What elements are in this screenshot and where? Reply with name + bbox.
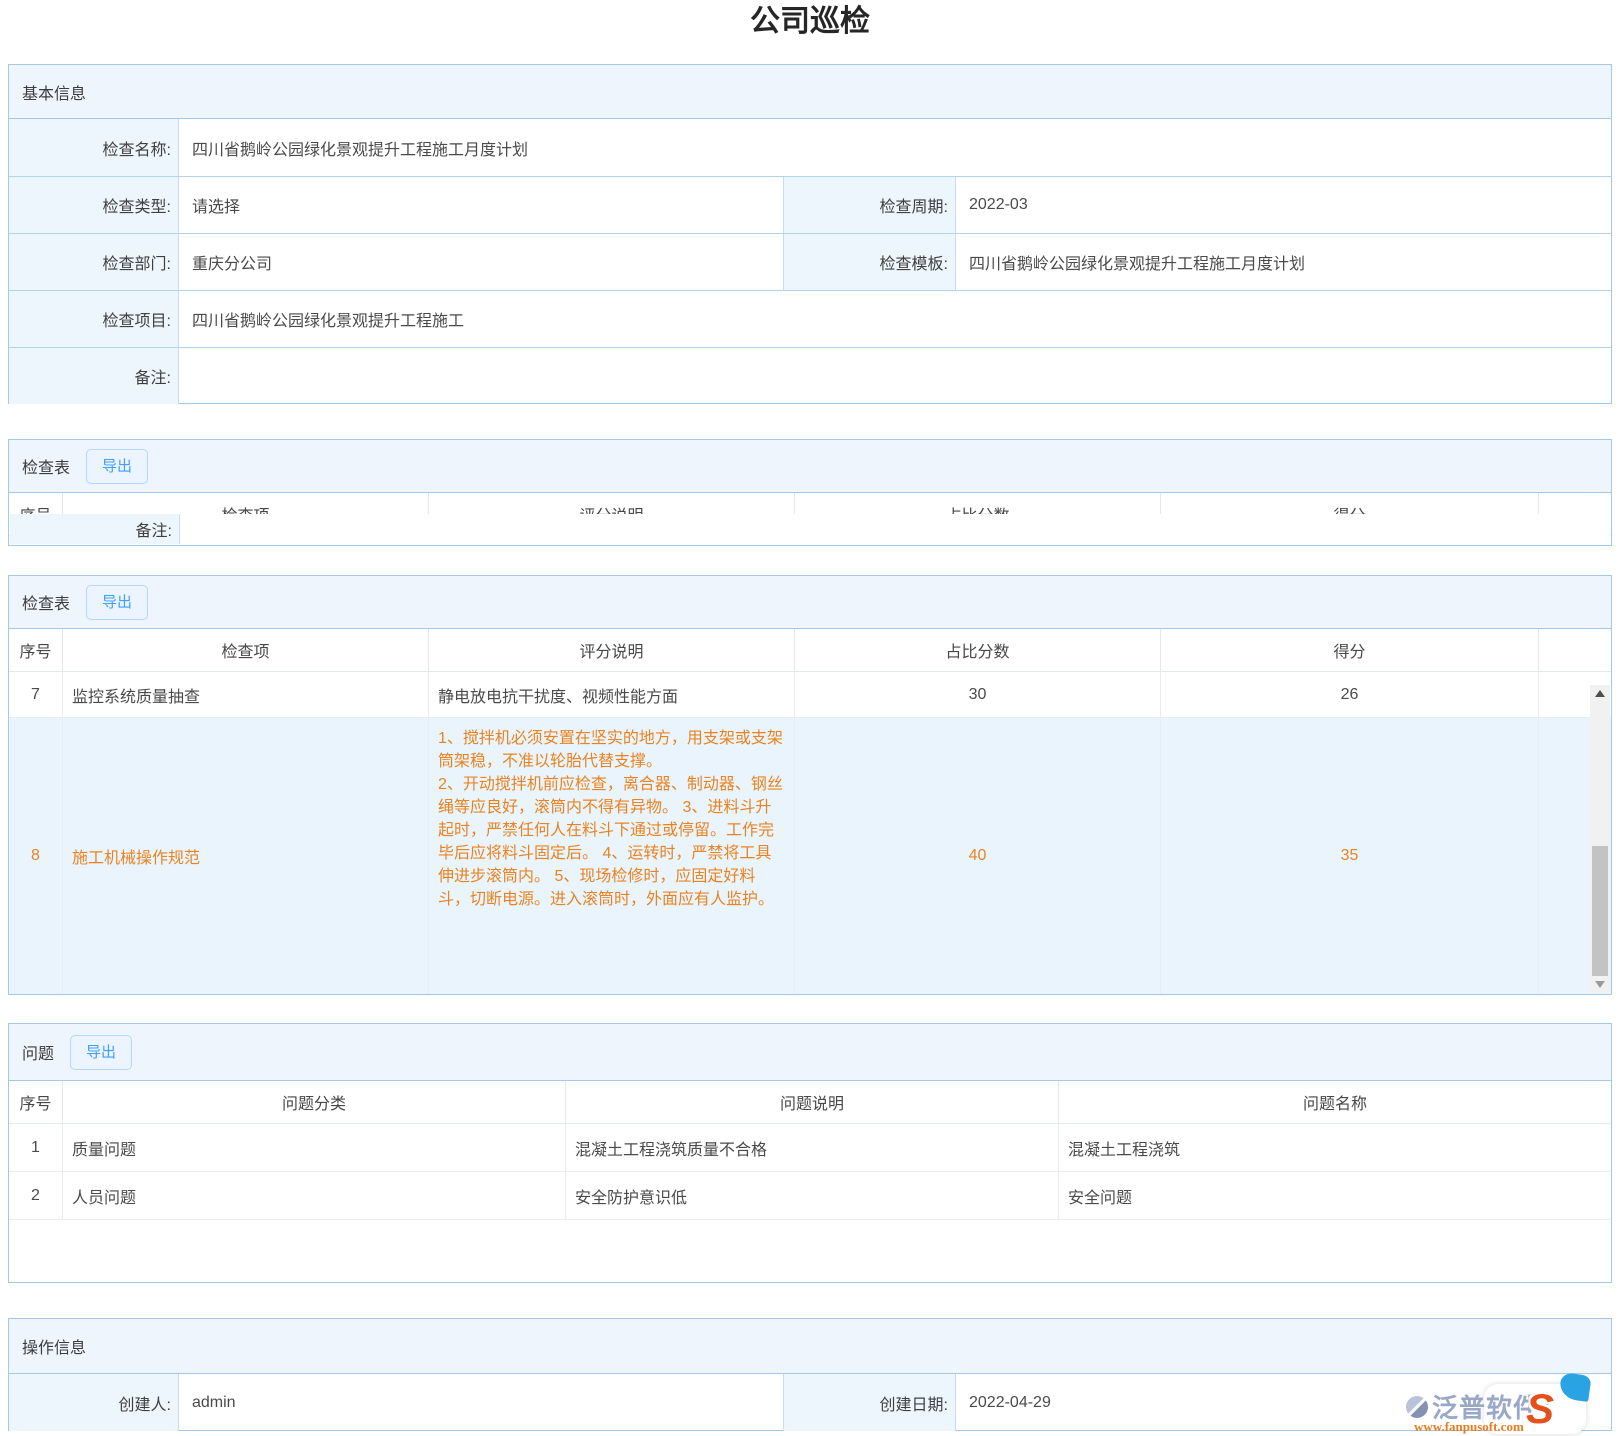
row-item: 监控系统质量抽查	[63, 672, 429, 717]
field-row-check-type-cycle: 检查类型: 请选择 检查周期: 2022-03	[9, 176, 1611, 233]
fanpu-url-text: www.fanpusoft.com	[1414, 1419, 1524, 1435]
check-type-label: 检查类型:	[9, 177, 179, 233]
row-weight: 40	[795, 718, 1161, 994]
col-header-category: 问题分类	[63, 1081, 566, 1123]
check-name-value: 四川省鹅岭公园绿化景观提升工程施工月度计划	[179, 119, 1611, 176]
check-name-label: 检查名称:	[9, 119, 179, 176]
check-cycle-label: 检查周期:	[784, 177, 956, 233]
checklist-row-7: 7 监控系统质量抽查 静电放电抗干扰度、视频性能方面 30 26	[9, 672, 1611, 718]
col-header-weight: 占比分数	[795, 629, 1161, 671]
row-name: 安全问题	[1059, 1172, 1611, 1219]
export-button[interactable]: 导出	[86, 449, 148, 484]
issues-panel: 问题 导出 序号 问题分类 问题说明 问题名称 1 质量问题 混凝土工程浇筑质量…	[8, 1023, 1612, 1283]
export-button[interactable]: 导出	[86, 585, 148, 620]
field-row-dept-template: 检查部门: 重庆分公司 检查模板: 四川省鹅岭公园绿化景观提升工程施工月度计划	[9, 233, 1611, 290]
col-header-score: 得分	[1161, 629, 1539, 671]
operation-info-header: 操作信息	[9, 1319, 1611, 1374]
basic-info-title: 基本信息	[22, 80, 86, 104]
issues-title: 问题	[22, 1040, 54, 1064]
field-row-creator-date: 创建人: admin 创建日期: 2022-04-29	[9, 1374, 1611, 1431]
remark-overlay-row: 备注:	[10, 514, 1610, 544]
row-desc: 静电放电抗干扰度、视频性能方面	[429, 672, 795, 717]
check-project-value: 四川省鹅岭公园绿化景观提升工程施工	[179, 291, 1611, 347]
checklist-partial-title: 检查表	[22, 454, 70, 478]
vertical-scrollbar[interactable]	[1590, 685, 1610, 993]
row-item: 施工机械操作规范	[63, 718, 429, 994]
row-no: 1	[9, 1124, 63, 1171]
fanpu-logo-icon	[1406, 1396, 1428, 1418]
issues-row-1: 1 质量问题 混凝土工程浇筑质量不合格 混凝土工程浇筑	[9, 1124, 1611, 1172]
scrollbar-down-arrow-icon[interactable]	[1590, 976, 1610, 993]
checklist-header: 检查表 导出	[9, 576, 1611, 629]
checklist-panel-partial: 检查表 导出 序号 检查项 评分说明 占比分数 得分 备注:	[8, 439, 1612, 546]
company-inspection-page: 公司巡检 基本信息 检查名称: 四川省鹅岭公园绿化景观提升工程施工月度计划 检查…	[0, 0, 1620, 1436]
col-header-item: 检查项	[63, 629, 429, 671]
checklist-panel: 检查表 导出 序号 检查项 评分说明 占比分数 得分 7 监控系统质量抽查 静电…	[8, 575, 1612, 995]
field-row-check-project: 检查项目: 四川省鹅岭公园绿化景观提升工程施工	[9, 290, 1611, 347]
check-dept-value: 重庆分公司	[179, 234, 784, 290]
row-no: 7	[9, 672, 63, 717]
scrollbar-thumb[interactable]	[1592, 846, 1608, 978]
fanpu-watermark: 泛普软件 www.fanpusoft.com S	[1406, 1386, 1574, 1434]
row-score: 26	[1161, 672, 1539, 717]
remark-value	[179, 348, 1611, 404]
row-no: 2	[9, 1172, 63, 1219]
basic-info-header: 基本信息	[9, 65, 1611, 119]
row-no: 8	[9, 718, 63, 994]
check-template-value: 四川省鹅岭公园绿化景观提升工程施工月度计划	[956, 234, 1611, 290]
row-category: 质量问题	[63, 1124, 566, 1171]
scrollbar-up-arrow-icon[interactable]	[1590, 685, 1610, 702]
col-header-desc: 问题说明	[566, 1081, 1059, 1123]
check-dept-label: 检查部门:	[9, 234, 179, 290]
row-name: 混凝土工程浇筑	[1059, 1124, 1611, 1171]
row-category: 人员问题	[63, 1172, 566, 1219]
page-title: 公司巡检	[0, 2, 1620, 42]
check-cycle-value: 2022-03	[956, 177, 1611, 233]
creator-value: admin	[179, 1374, 784, 1431]
create-date-label: 创建日期:	[784, 1374, 956, 1431]
row-desc: 安全防护意识低	[566, 1172, 1059, 1219]
col-header-spacer	[1539, 629, 1611, 671]
remark-label: 备注:	[9, 348, 179, 404]
checklist-table-header: 序号 检查项 评分说明 占比分数 得分	[9, 629, 1611, 672]
overlay-remark-label: 备注:	[10, 514, 180, 544]
row-score: 35	[1161, 718, 1539, 994]
issues-header: 问题 导出	[9, 1024, 1611, 1081]
fanpu-s-badge: S	[1526, 1388, 1554, 1430]
checklist-partial-header: 检查表 导出	[9, 440, 1611, 493]
issues-empty-area	[9, 1220, 1611, 1282]
check-template-label: 检查模板:	[784, 234, 956, 290]
field-row-remark: 备注:	[9, 347, 1611, 404]
check-type-value: 请选择	[179, 177, 784, 233]
row-desc: 混凝土工程浇筑质量不合格	[566, 1124, 1059, 1171]
export-button[interactable]: 导出	[70, 1035, 132, 1070]
field-row-check-name: 检查名称: 四川省鹅岭公园绿化景观提升工程施工月度计划	[9, 119, 1611, 176]
operation-info-panel: 操作信息 创建人: admin 创建日期: 2022-04-29	[8, 1318, 1612, 1431]
col-header-no: 序号	[9, 1081, 63, 1123]
creator-label: 创建人:	[9, 1374, 179, 1431]
row-desc: 1、搅拌机必须安置在坚实的地方，用支架或支架筒架稳，不准以轮胎代替支撑。 2、开…	[429, 718, 795, 994]
row-weight: 30	[795, 672, 1161, 717]
check-project-label: 检查项目:	[9, 291, 179, 347]
issues-table-header: 序号 问题分类 问题说明 问题名称	[9, 1081, 1611, 1124]
col-header-name: 问题名称	[1059, 1081, 1611, 1123]
operation-info-title: 操作信息	[22, 1334, 86, 1358]
col-header-desc: 评分说明	[429, 629, 795, 671]
overlay-remark-value	[180, 514, 1610, 544]
checklist-title: 检查表	[22, 590, 70, 614]
checklist-row-8: 8 施工机械操作规范 1、搅拌机必须安置在坚实的地方，用支架或支架筒架稳，不准以…	[9, 718, 1611, 994]
col-header-no: 序号	[9, 629, 63, 671]
basic-info-panel: 基本信息 检查名称: 四川省鹅岭公园绿化景观提升工程施工月度计划 检查类型: 请…	[8, 64, 1612, 404]
issues-row-2: 2 人员问题 安全防护意识低 安全问题	[9, 1172, 1611, 1220]
